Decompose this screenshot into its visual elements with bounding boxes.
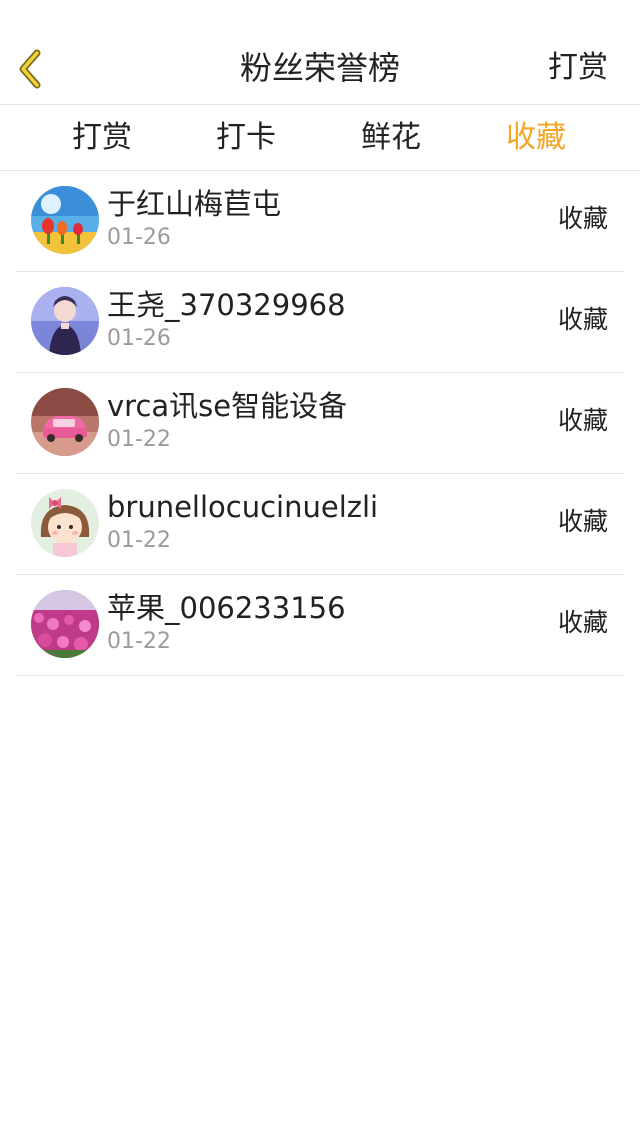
back-button[interactable] [10,46,50,92]
status-label: 收藏 [557,608,608,637]
user-date: 01-26 [107,326,171,351]
avatar [31,388,99,456]
avatar [31,489,99,557]
avatar-image-cartoon-girl [31,489,99,557]
tab-bar: 打赏 打卡 鲜花 收藏 [0,105,640,171]
list-item[interactable]: vrca讯se智能设备 01-22 收藏 [16,373,624,474]
user-name: brunellocucinuelzli [107,490,379,524]
tab-checkin[interactable]: 打卡 [186,105,306,170]
user-name: vrca讯se智能设备 [107,389,348,423]
list-item[interactable]: 王尧_370329968 01-26 收藏 [16,272,624,373]
user-date: 01-22 [107,528,171,553]
list-item[interactable]: 于红山梅苣屯 01-26 收藏 [16,171,624,272]
user-date: 01-26 [107,225,171,250]
chevron-left-icon [19,49,41,89]
tab-flowers[interactable]: 鲜花 [331,105,451,170]
status-label: 收藏 [557,204,608,233]
page-title: 粉丝荣誉榜 [239,49,400,87]
avatar [31,186,99,254]
list-item[interactable]: brunellocucinuelzli 01-22 收藏 [16,474,624,575]
list-item[interactable]: 苹果_006233156 01-22 收藏 [16,575,624,676]
fan-list: 于红山梅苣屯 01-26 收藏 王尧_370329968 01-26 收藏 vr… [0,171,640,676]
status-label: 收藏 [557,305,608,334]
user-name: 王尧_370329968 [107,288,346,322]
avatar-image-tulips [31,186,99,254]
tab-favorites[interactable]: 收藏 [476,105,596,170]
tab-reward[interactable]: 打赏 [42,105,162,170]
avatar [31,590,99,658]
user-date: 01-22 [107,629,171,654]
user-name: 苹果_006233156 [107,591,346,625]
user-date: 01-22 [107,427,171,452]
avatar-image-flower-field [31,590,99,658]
avatar [31,287,99,355]
status-label: 收藏 [557,406,608,435]
user-name: 于红山梅苣屯 [107,187,282,221]
reward-button[interactable]: 打赏 [548,46,608,90]
status-label: 收藏 [557,507,608,536]
avatar-image-pink-car [31,388,99,456]
nav-bar: 粉丝荣誉榜 打赏 [0,0,640,105]
avatar-image-anime [31,287,99,355]
